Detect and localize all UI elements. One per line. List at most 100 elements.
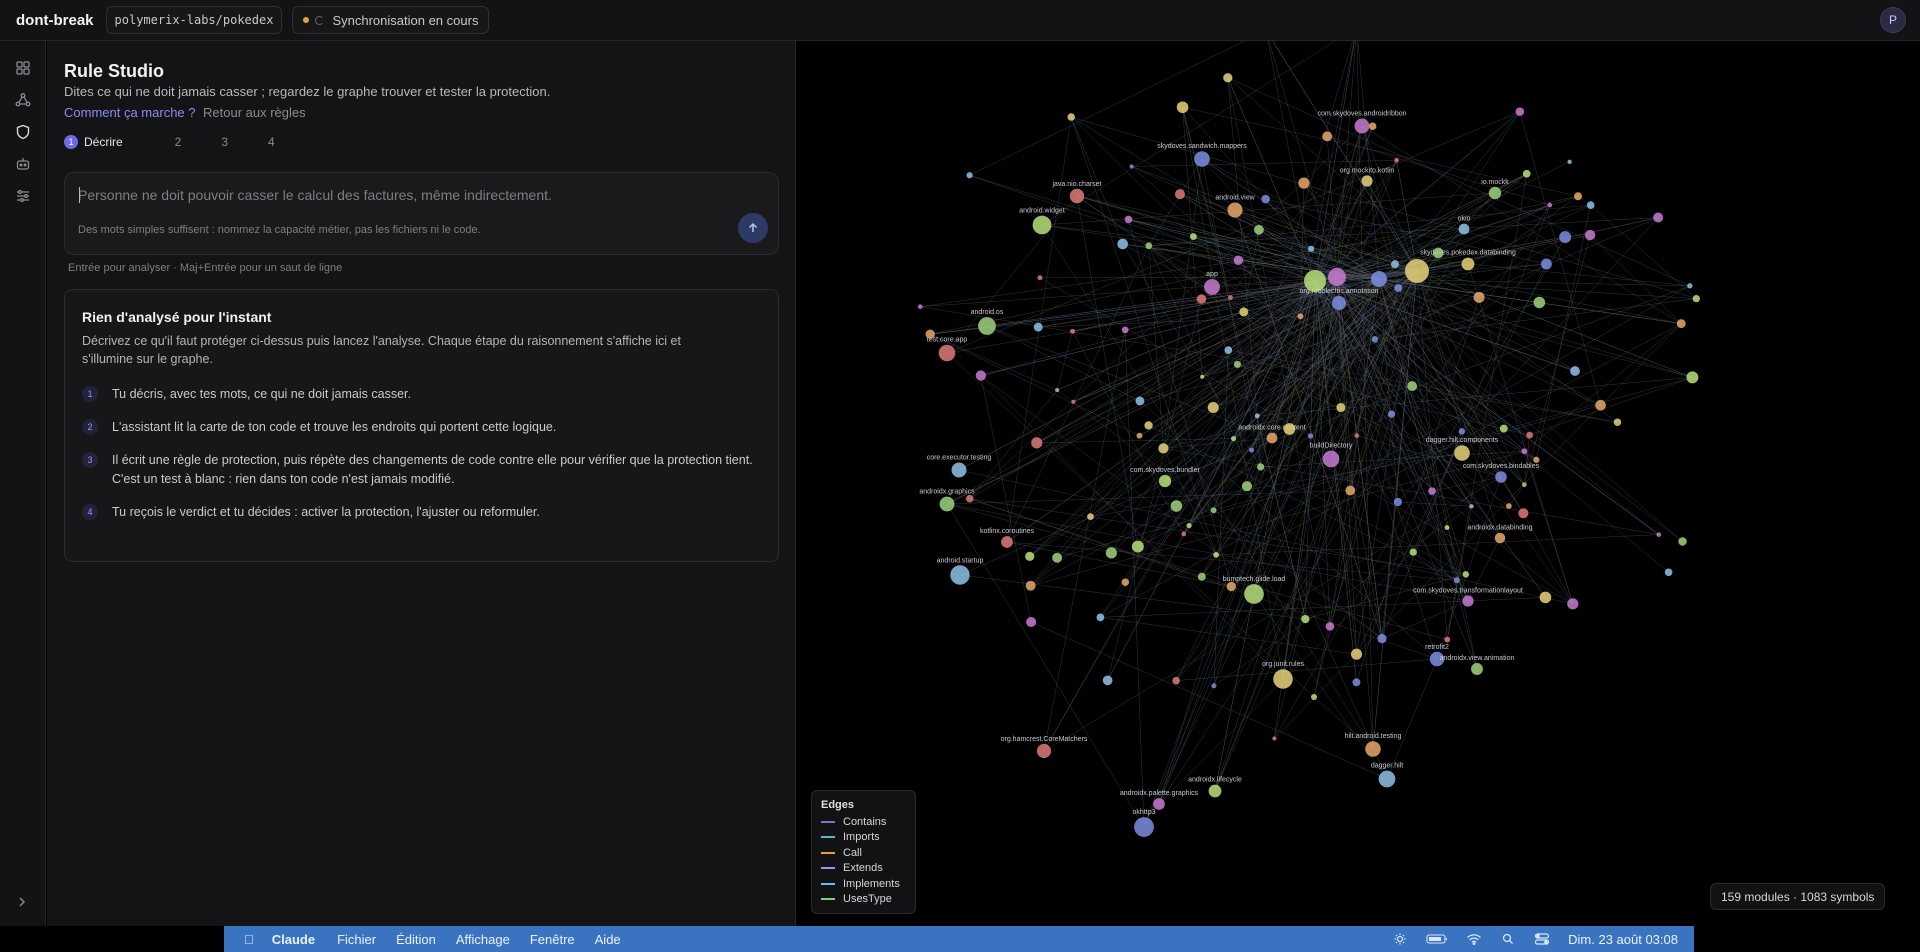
graph-node[interactable]	[1025, 580, 1036, 591]
battery-icon[interactable]	[1426, 933, 1448, 945]
graph-node[interactable]	[1350, 648, 1363, 660]
graph-node[interactable]	[1158, 474, 1172, 488]
graph-node[interactable]	[1391, 260, 1399, 269]
menu-app-name[interactable]: Claude	[272, 932, 315, 947]
graph-node[interactable]	[1533, 296, 1546, 309]
graph-node[interactable]	[1172, 676, 1180, 685]
graph-node[interactable]	[1354, 118, 1370, 134]
graph-node[interactable]	[1515, 107, 1525, 116]
graph-node[interactable]	[1518, 508, 1529, 519]
graph-node[interactable]	[1244, 584, 1264, 604]
graph-node[interactable]	[1387, 410, 1396, 418]
dependency-graph[interactable]: com.skydoves.androidribbon skydoves.sandw…	[797, 41, 1920, 926]
graph-node[interactable]	[1584, 229, 1596, 241]
graph-node[interactable]	[1521, 448, 1528, 455]
graph-node[interactable]	[1189, 233, 1197, 240]
graph-node[interactable]	[1121, 578, 1130, 586]
graph-node[interactable]	[1653, 212, 1664, 223]
graph-node[interactable]	[938, 344, 956, 362]
graph-node[interactable]	[917, 304, 923, 310]
graph-node[interactable]	[1505, 503, 1512, 509]
graph-node[interactable]	[1213, 552, 1219, 558]
shield-icon[interactable]	[14, 123, 32, 141]
graph-node[interactable]	[1174, 189, 1185, 200]
graph-node[interactable]	[1145, 242, 1153, 250]
graph-node[interactable]	[1301, 614, 1310, 624]
graph-node[interactable]	[1407, 381, 1418, 392]
user-avatar[interactable]: P	[1880, 7, 1906, 33]
graph-node[interactable]	[1559, 231, 1572, 244]
bot-icon[interactable]	[14, 155, 32, 173]
graph-node[interactable]	[1070, 328, 1076, 334]
graph-node[interactable]	[1256, 463, 1265, 471]
search-icon[interactable]	[1500, 933, 1516, 945]
graph-node[interactable]	[1405, 259, 1429, 283]
graph-node[interactable]	[1105, 547, 1117, 559]
graph-node[interactable]	[1325, 622, 1335, 631]
graph-node[interactable]	[1067, 113, 1075, 121]
graph-node[interactable]	[1377, 633, 1387, 644]
graph-node[interactable]	[1297, 313, 1304, 320]
graph-node[interactable]	[1494, 532, 1506, 544]
graph-node[interactable]	[1226, 581, 1236, 592]
graph-node[interactable]	[1283, 423, 1296, 435]
step-3[interactable]: 3	[221, 135, 228, 149]
graph-node[interactable]	[1522, 169, 1531, 178]
graph-node[interactable]	[1354, 433, 1360, 438]
graph-node[interactable]	[1031, 437, 1043, 449]
graph-node[interactable]	[1322, 450, 1340, 468]
graph-node[interactable]	[1473, 291, 1485, 303]
rule-description-input[interactable]	[78, 184, 698, 206]
menu-fenetre[interactable]: Fenêtre	[530, 932, 575, 947]
graph-node[interactable]	[1200, 374, 1205, 379]
graph-node[interactable]	[1230, 435, 1237, 442]
graph-node[interactable]	[1196, 294, 1207, 304]
graph-node[interactable]	[1322, 131, 1333, 142]
graph-node[interactable]	[1186, 522, 1192, 529]
graph-node[interactable]	[1001, 536, 1013, 548]
graph-node[interactable]	[1533, 456, 1540, 463]
graph-node[interactable]	[1488, 186, 1502, 200]
graph-node[interactable]	[1032, 215, 1052, 235]
graph-node[interactable]	[1249, 447, 1255, 453]
graph-node[interactable]	[1224, 346, 1233, 354]
graph-node[interactable]	[978, 317, 996, 335]
step-4[interactable]: 4	[268, 135, 275, 149]
step-2[interactable]: 2	[163, 135, 182, 149]
graph-node[interactable]	[951, 462, 967, 478]
graph-node[interactable]	[1210, 507, 1217, 514]
graph-node[interactable]	[1208, 784, 1222, 798]
graph-node[interactable]	[939, 496, 955, 512]
graph-node[interactable]	[975, 370, 987, 381]
graph-node[interactable]	[1394, 157, 1399, 163]
graph-node[interactable]	[1432, 247, 1444, 259]
graph-node[interactable]	[1458, 223, 1470, 235]
graph-node[interactable]	[1033, 322, 1043, 332]
graph-node[interactable]	[1261, 194, 1270, 204]
graph-node[interactable]	[1328, 268, 1346, 286]
graph-node[interactable]	[1298, 177, 1310, 189]
graph-node[interactable]	[1052, 552, 1063, 563]
graph-node[interactable]	[1444, 636, 1451, 643]
graph-node[interactable]	[1570, 366, 1580, 376]
graph-node[interactable]	[1613, 418, 1622, 426]
graph-node[interactable]	[1254, 413, 1260, 419]
graph-node[interactable]	[1586, 201, 1595, 209]
menu-edition[interactable]: Édition	[396, 932, 436, 947]
brightness-icon[interactable]	[1392, 933, 1408, 945]
graph-node[interactable]	[950, 565, 970, 585]
graph-node[interactable]	[1071, 399, 1076, 404]
dashboard-icon[interactable]	[14, 59, 32, 77]
graph-node[interactable]	[1461, 257, 1475, 271]
graph-node[interactable]	[1181, 531, 1187, 537]
graph-node[interactable]	[1371, 336, 1379, 343]
graph-node[interactable]	[1469, 504, 1474, 509]
sliders-icon[interactable]	[14, 187, 32, 205]
graph-node[interactable]	[1204, 279, 1220, 295]
graph-node[interactable]	[1239, 307, 1249, 317]
graph-node[interactable]	[1144, 421, 1153, 430]
graph-node[interactable]	[1036, 743, 1052, 759]
graph-node[interactable]	[1692, 294, 1700, 303]
wifi-icon[interactable]	[1466, 933, 1482, 945]
graph-node[interactable]	[1102, 675, 1113, 686]
